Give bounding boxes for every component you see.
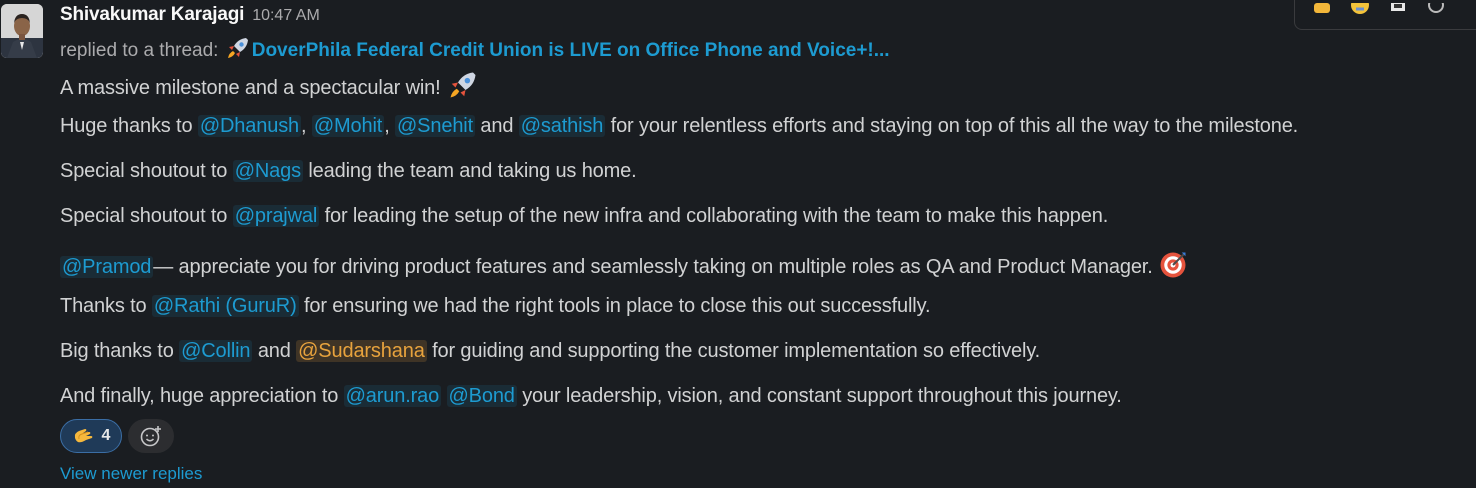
mention-rathi[interactable]: @Rathi (GuruR) (151, 295, 299, 317)
more-actions-icon[interactable] (1423, 0, 1449, 23)
rocket-icon (450, 72, 476, 98)
text: And finally, huge appreciation to (60, 385, 339, 407)
text: for leading the setup of the new infra a… (324, 205, 1109, 227)
text: your leadership, vision, and constant su… (522, 385, 1122, 407)
reactions-bar: 4 (60, 419, 174, 453)
direct-hit-target-icon (1160, 252, 1186, 278)
message-line-3: Special shoutout to @Nags leading the te… (60, 160, 637, 183)
reaction-quick-icon[interactable] (1309, 0, 1335, 23)
message-line-6: Thanks to @Rathi (GuruR) for ensuring we… (60, 295, 931, 318)
text: for ensuring we had the right tools in p… (304, 295, 931, 317)
message-line-5: @Pramod — appreciate you for driving prod… (60, 250, 1188, 280)
add-reaction-button[interactable] (128, 419, 174, 453)
message-line-4: Special shoutout to @prajwal for leading… (60, 205, 1108, 228)
mention-snehit[interactable]: @Snehit (395, 115, 475, 137)
text: — appreciate you for driving product fea… (153, 256, 1153, 278)
message-line-1: A massive milestone and a spectacular wi… (60, 70, 480, 100)
reaction-clap[interactable]: 4 (60, 419, 122, 453)
text: Thanks to (60, 295, 147, 317)
mention-bond[interactable]: @Bond (446, 385, 517, 407)
text: , (384, 115, 390, 137)
reaction-count: 4 (101, 427, 111, 444)
text: for your relentless efforts and staying … (610, 115, 1299, 137)
replied-prefix: replied to a thread: (60, 40, 219, 61)
reply-context: replied to a thread: DoverPhila Federal … (60, 36, 890, 62)
avatar-photo (1, 4, 43, 58)
message-actions-toolbar (1294, 0, 1476, 30)
message-line-2: Huge thanks to @Dhanush, @Mohit, @Snehit… (60, 115, 1298, 138)
mention-collin[interactable]: @Collin (179, 340, 253, 362)
mention-nags[interactable]: @Nags (232, 160, 303, 182)
text: and (480, 115, 514, 137)
text: Special shoutout to (60, 205, 228, 227)
avatar[interactable] (1, 4, 43, 58)
text: leading the team and taking us home. (308, 160, 637, 182)
mention-sathish[interactable]: @sathish (518, 115, 606, 137)
rocket-icon (227, 38, 248, 58)
text: Huge thanks to (60, 115, 193, 137)
text: Big thanks to (60, 340, 174, 362)
message-header: Shivakumar Karajagi 10:47 AM (60, 4, 320, 26)
add-emoji-icon (140, 426, 161, 447)
clapping-hands-icon (74, 429, 92, 443)
text: Special shoutout to (60, 160, 228, 182)
text: A massive milestone and a spectacular wi… (60, 77, 441, 99)
mention-dhanush[interactable]: @Dhanush (197, 115, 302, 137)
reaction-quick-icon-2[interactable] (1347, 0, 1373, 23)
mention-sudarshana[interactable]: @Sudarshana (296, 340, 427, 362)
message-line-7: Big thanks to @Collin and @Sudarshana fo… (60, 340, 1040, 363)
message: Shivakumar Karajagi 10:47 AM replied to a… (0, 0, 1476, 488)
message-line-8: And finally, huge appreciation to @arun.… (60, 385, 1122, 408)
reaction-quick-icon-3[interactable] (1385, 0, 1411, 23)
mention-mohit[interactable]: @Mohit (311, 115, 385, 137)
text: and (257, 340, 291, 362)
view-newer-replies-link[interactable]: View newer replies (60, 464, 202, 484)
text: for guiding and supporting the customer … (432, 340, 1041, 362)
mention-pramod[interactable]: @Pramod (60, 256, 154, 278)
mention-prajwal[interactable]: @prajwal (232, 205, 320, 227)
timestamp[interactable]: 10:47 AM (252, 7, 320, 24)
mention-arun-rao[interactable]: @arun.rao (343, 385, 442, 407)
author-name[interactable]: Shivakumar Karajagi (60, 4, 244, 25)
text: , (301, 115, 307, 137)
thread-link[interactable]: DoverPhila Federal Credit Union is LIVE … (252, 40, 890, 61)
